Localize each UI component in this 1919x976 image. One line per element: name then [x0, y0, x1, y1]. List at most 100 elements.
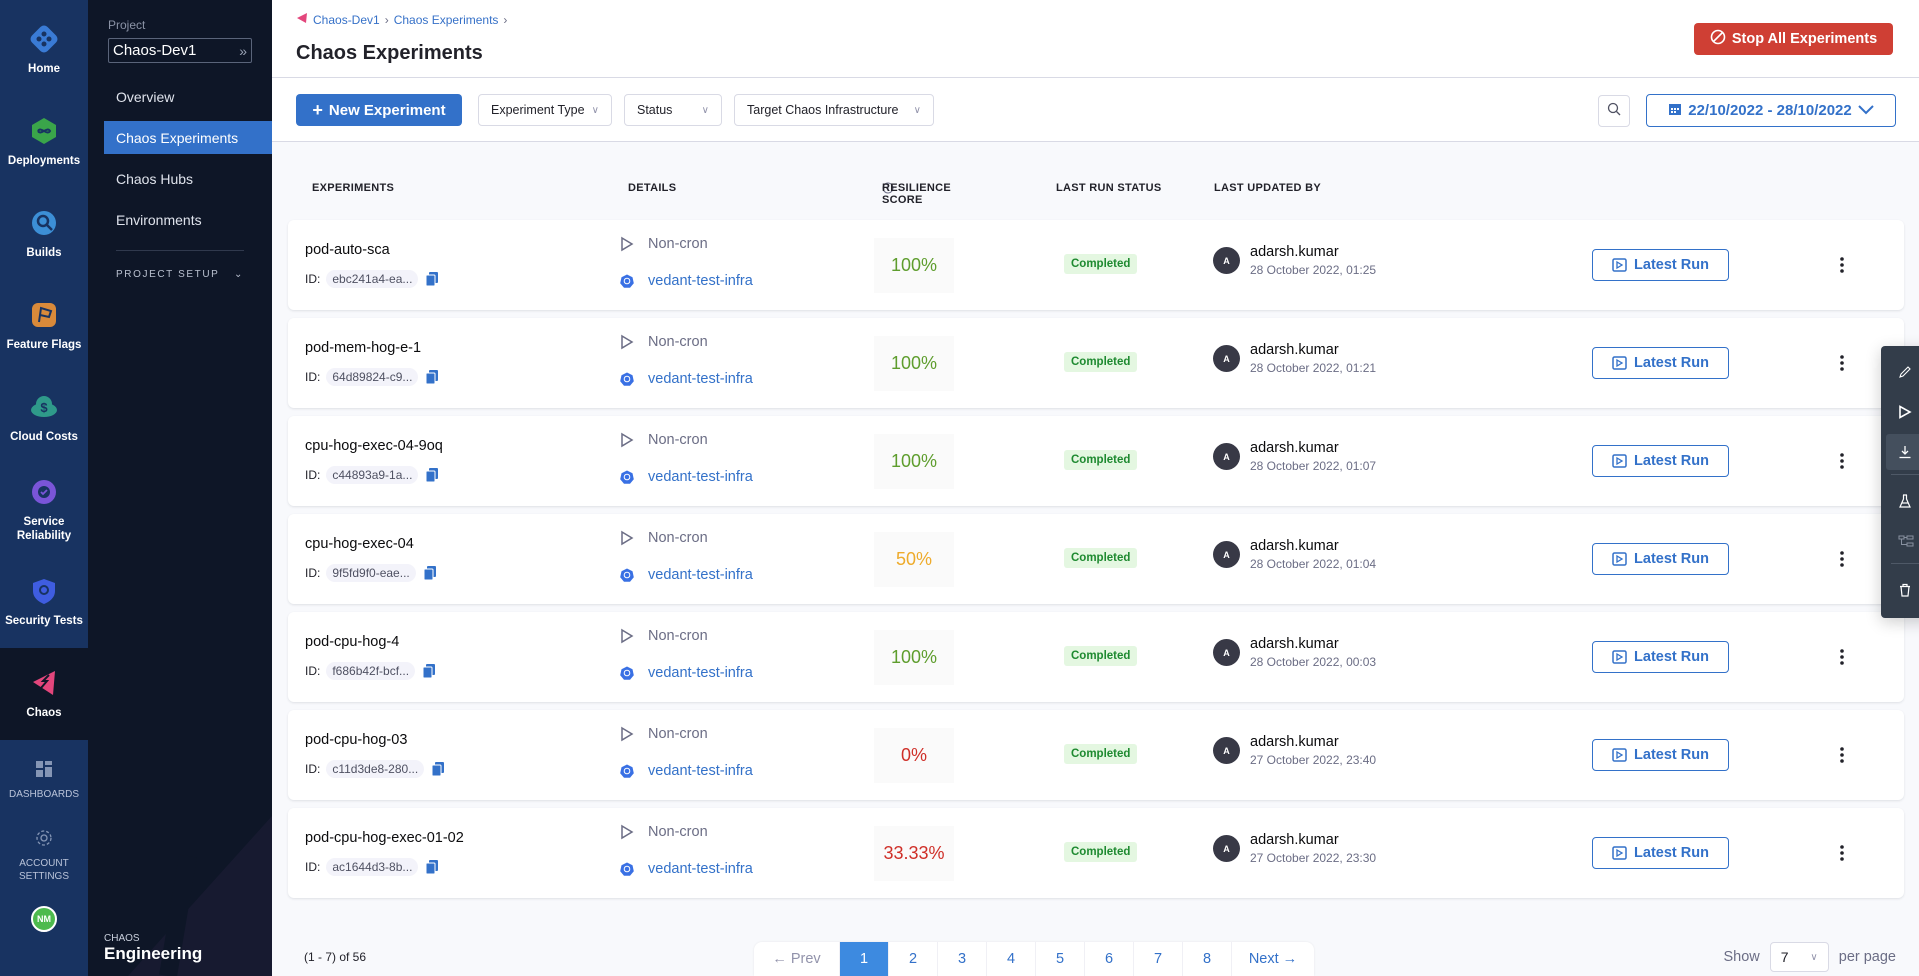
- copy-icon[interactable]: [421, 663, 437, 679]
- table-row[interactable]: cpu-hog-exec-04-9oq ID: c44893a9-1a... N…: [288, 416, 1904, 506]
- status-dropdown[interactable]: Status ∨: [624, 94, 722, 126]
- copy-icon[interactable]: [422, 565, 438, 581]
- rail-item-security-tests[interactable]: Security Tests: [0, 556, 88, 648]
- resilience-score-value: 100%: [890, 255, 938, 275]
- latest-run-button[interactable]: Latest Run: [1592, 347, 1729, 379]
- table-row[interactable]: cpu-hog-exec-04 ID: 9f5fd9f0-eae... Non-…: [288, 514, 1904, 604]
- page-button[interactable]: 5: [1036, 942, 1085, 976]
- copy-icon[interactable]: [430, 761, 446, 777]
- target-infrastructure-dropdown[interactable]: Target Chaos Infrastructure ∨: [734, 94, 934, 126]
- menu-item-add-to-pipeline: Add to Pipeline: [1886, 523, 1919, 559]
- sidebar-item-chaos-hubs[interactable]: Chaos Hubs: [104, 162, 272, 195]
- experiment-name[interactable]: pod-mem-hog-e-1: [305, 340, 421, 356]
- rail-item-chaos[interactable]: Chaos: [0, 648, 88, 740]
- latest-run-button[interactable]: Latest Run: [1592, 249, 1729, 281]
- copy-icon[interactable]: [424, 467, 440, 483]
- menu-item-delete-experiment[interactable]: Delete Experiment: [1886, 572, 1919, 608]
- experiments-table: pod-auto-sca ID: ebc241a4-ea... Non-cron…: [288, 220, 1904, 906]
- latest-run-button[interactable]: Latest Run: [1592, 739, 1729, 771]
- project-setup-toggle[interactable]: PROJECT SETUP ⌄: [104, 269, 244, 280]
- rail-item-cloud-costs[interactable]: $ Cloud Costs: [0, 372, 88, 464]
- user-avatar[interactable]: NM: [31, 906, 57, 932]
- latest-run-button[interactable]: Latest Run: [1592, 837, 1729, 869]
- page-button[interactable]: 1: [840, 942, 889, 976]
- experiment-name[interactable]: pod-cpu-hog-03: [305, 732, 407, 748]
- infrastructure-link[interactable]: vedant-test-infra: [620, 763, 753, 779]
- toolbar: + New Experiment Experiment Type ∨ Status…: [272, 78, 1919, 142]
- rail-label: Home: [28, 63, 60, 75]
- table-row[interactable]: pod-mem-hog-e-1 ID: 64d89824-c9... Non-c…: [288, 318, 1904, 408]
- latest-run-button[interactable]: Latest Run: [1592, 445, 1729, 477]
- play-outline-icon: [621, 236, 634, 252]
- more-options-icon[interactable]: [1832, 841, 1852, 865]
- breadcrumb-project[interactable]: Chaos-Dev1: [313, 13, 380, 27]
- new-experiment-button[interactable]: + New Experiment: [296, 94, 462, 126]
- project-selector[interactable]: Chaos-Dev1 »: [108, 38, 252, 63]
- stop-all-experiments-button[interactable]: Stop All Experiments: [1694, 23, 1893, 55]
- copy-icon[interactable]: [424, 369, 440, 385]
- more-options-icon[interactable]: [1832, 449, 1852, 473]
- sidebar-item-chaos-experiments[interactable]: Chaos Experiments: [104, 121, 272, 154]
- sidebar-item-environments[interactable]: Environments: [104, 203, 272, 236]
- more-options-icon[interactable]: [1832, 253, 1852, 277]
- rail-item-service-reliability[interactable]: Service Reliability: [0, 464, 88, 556]
- infrastructure-link[interactable]: vedant-test-infra: [620, 273, 753, 289]
- experiment-id: ID: ac1644d3-8b...: [305, 858, 440, 876]
- experiment-name[interactable]: cpu-hog-exec-04-9oq: [305, 438, 443, 454]
- more-options-icon[interactable]: [1832, 645, 1852, 669]
- latest-run-button[interactable]: Latest Run: [1592, 543, 1729, 575]
- last-updated-by: A adarsh.kumar 28 October 2022, 01:07: [1213, 440, 1376, 473]
- menu-item-edit-experiment[interactable]: Edit Experiment: [1886, 354, 1919, 390]
- table-row[interactable]: pod-cpu-hog-exec-01-02 ID: ac1644d3-8b..…: [288, 808, 1904, 898]
- rail-item-deployments[interactable]: Deployments: [0, 96, 88, 188]
- breadcrumb-experiments[interactable]: Chaos Experiments: [394, 13, 499, 27]
- rail-item-feature-flags[interactable]: Feature Flags: [0, 280, 88, 372]
- rail-item-account-settings[interactable]: ACCOUNT SETTINGS: [0, 816, 88, 896]
- menu-item-run-experiment[interactable]: Run Experiment: [1886, 394, 1919, 430]
- experiment-name[interactable]: pod-auto-sca: [305, 242, 390, 258]
- per-page-select[interactable]: 7 ∨: [1769, 942, 1829, 972]
- infrastructure-link[interactable]: vedant-test-infra: [620, 371, 753, 387]
- user-name: adarsh.kumar: [1250, 440, 1339, 456]
- sidebar-item-overview[interactable]: Overview: [104, 80, 272, 113]
- page-button[interactable]: 2: [889, 942, 938, 976]
- page-button[interactable]: 4: [987, 942, 1036, 976]
- infrastructure-link[interactable]: vedant-test-infra: [620, 567, 753, 583]
- page-button[interactable]: 3: [938, 942, 987, 976]
- id-label: ID:: [305, 762, 321, 776]
- experiment-name[interactable]: pod-cpu-hog-exec-01-02: [305, 830, 464, 846]
- page-button[interactable]: 6: [1085, 942, 1134, 976]
- copy-icon[interactable]: [424, 271, 440, 287]
- last-updated-by: A adarsh.kumar 27 October 2022, 23:30: [1213, 832, 1376, 865]
- experiment-name[interactable]: cpu-hog-exec-04: [305, 536, 414, 552]
- prev-page-button[interactable]: ← Prev: [754, 942, 840, 976]
- menu-item-download-experiment[interactable]: Download Experiment: [1886, 434, 1919, 470]
- table-row[interactable]: pod-auto-sca ID: ebc241a4-ea... Non-cron…: [288, 220, 1904, 310]
- rail-item-builds[interactable]: Builds: [0, 188, 88, 280]
- infrastructure-link[interactable]: vedant-test-infra: [620, 469, 753, 485]
- experiment-type-dropdown[interactable]: Experiment Type ∨: [478, 94, 612, 126]
- page-button[interactable]: 7: [1134, 942, 1183, 976]
- infrastructure-link[interactable]: vedant-test-infra: [620, 861, 753, 877]
- more-options-icon[interactable]: [1832, 743, 1852, 767]
- status-badge: Completed: [1064, 254, 1138, 274]
- menu-item-add-to-chaos-hub[interactable]: Add to Chaos Hub: [1886, 483, 1919, 519]
- copy-icon[interactable]: [424, 859, 440, 875]
- search-button[interactable]: [1598, 95, 1630, 127]
- last-updated-by: A adarsh.kumar 28 October 2022, 00:03: [1213, 636, 1376, 669]
- id-value: f686b42f-bcf...: [326, 662, 416, 680]
- table-row[interactable]: pod-cpu-hog-4 ID: f686b42f-bcf... Non-cr…: [288, 612, 1904, 702]
- main-content: Chaos-Dev1 › Chaos Experiments › Chaos E…: [272, 0, 1919, 976]
- more-options-icon[interactable]: [1832, 351, 1852, 375]
- date-range-picker[interactable]: 22/10/2022 - 28/10/2022: [1646, 94, 1896, 127]
- page-button[interactable]: 8: [1183, 942, 1232, 976]
- rail-item-home[interactable]: Home: [0, 4, 88, 96]
- infrastructure-link[interactable]: vedant-test-infra: [620, 665, 753, 681]
- arrow-left-icon: ←: [772, 951, 791, 967]
- latest-run-button[interactable]: Latest Run: [1592, 641, 1729, 673]
- rail-item-dashboards[interactable]: DASHBOARDS: [0, 744, 88, 816]
- experiment-name[interactable]: pod-cpu-hog-4: [305, 634, 399, 650]
- table-row[interactable]: pod-cpu-hog-03 ID: c11d3de8-280... Non-c…: [288, 710, 1904, 800]
- next-page-button[interactable]: Next →: [1232, 942, 1314, 976]
- more-options-icon[interactable]: [1832, 547, 1852, 571]
